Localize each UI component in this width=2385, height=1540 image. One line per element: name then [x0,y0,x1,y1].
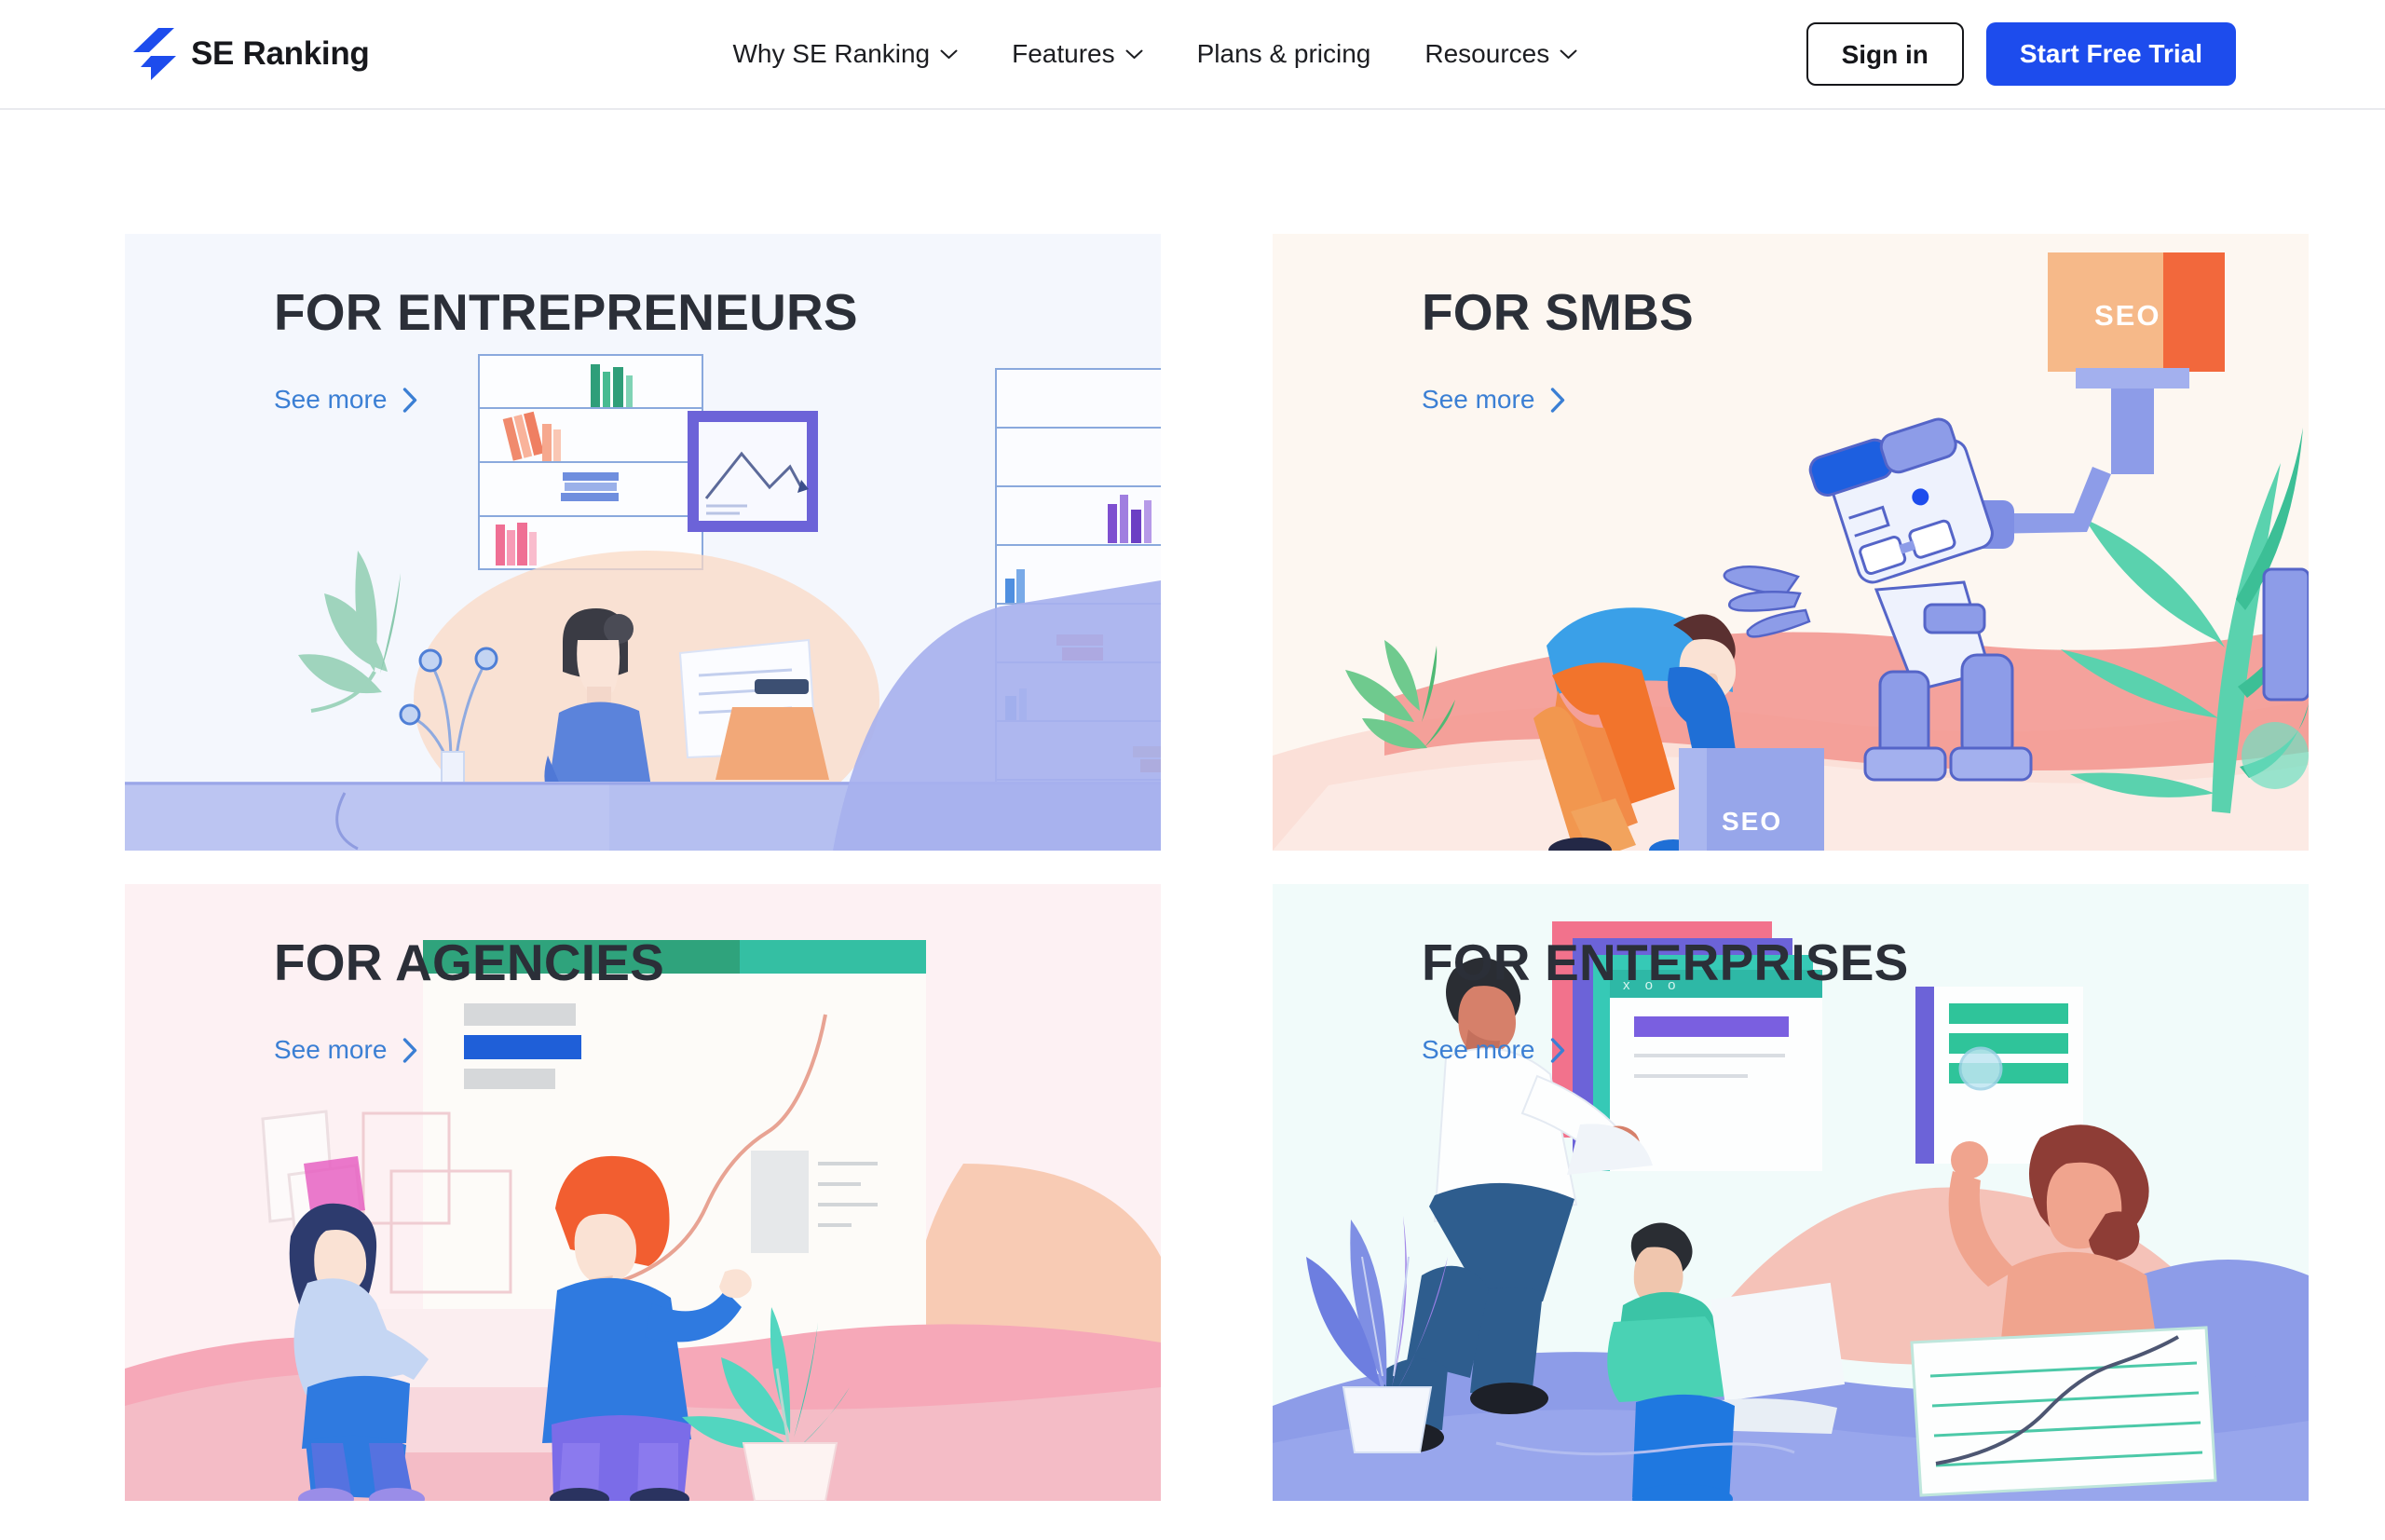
start-free-trial-button[interactable]: Start Free Trial [1985,22,2236,86]
card-for-smbs[interactable]: SEO SEO FOR SMBS See more [1273,234,2309,851]
nav-item-why-se-ranking[interactable]: Why SE Ranking [732,32,958,76]
card-title: FOR ENTERPRISES [1422,934,1909,991]
card-title: FOR AGENCIES [274,934,665,991]
card-title: FOR ENTREPRENEURS [274,283,858,341]
nav-item-label: Resources [1424,39,1550,68]
header-actions: Sign in Start Free Trial [1806,22,2236,86]
nav-item-label: Why SE Ranking [732,39,931,68]
nav-item-label: Plans & pricing [1196,39,1371,68]
chevron-right-icon [1551,387,1565,413]
site-header: SE Ranking Why SE Ranking Features Plans… [0,0,2385,110]
chevron-right-icon [1551,1037,1565,1063]
chevron-down-icon [1560,49,1577,59]
audience-cards-grid: FOR ENTREPRENEURS See more SEO SEO FOR S… [125,234,2309,1501]
see-more-link[interactable]: See more [1422,1035,1566,1065]
see-more-link[interactable]: See more [274,1035,418,1065]
chevron-down-icon [1125,49,1143,59]
chevron-right-icon [403,387,417,413]
sign-in-button[interactable]: Sign in [1806,22,1964,86]
see-more-label: See more [274,1035,388,1064]
card-for-entrepreneurs[interactable]: FOR ENTREPRENEURS See more [125,234,1161,851]
main-nav: Why SE Ranking Features Plans & pricing … [732,32,1577,76]
see-more-link[interactable]: See more [274,385,418,415]
nav-item-resources[interactable]: Resources [1424,32,1577,76]
svg-text:SEO: SEO [2094,299,2160,332]
svg-text:SEO: SEO [1722,807,1782,836]
see-more-label: See more [1422,1035,1535,1064]
card-for-enterprises[interactable]: x o o FOR ENTERPRISES See more [1273,884,2309,1501]
see-more-label: See more [274,385,388,414]
chevron-down-icon [940,49,958,59]
nav-item-plans-pricing[interactable]: Plans & pricing [1197,32,1371,76]
nav-item-label: Features [1012,39,1115,68]
chevron-right-icon [403,1037,417,1063]
nav-item-features[interactable]: Features [1012,32,1143,76]
logo[interactable]: SE Ranking [133,28,370,80]
logo-text: SE Ranking [191,35,370,72]
lightning-bolt-icon [133,28,176,80]
card-title: FOR SMBS [1422,283,1694,341]
card-for-agencies[interactable]: FOR AGENCIES See more [125,884,1161,1501]
see-more-label: See more [1422,385,1535,414]
see-more-link[interactable]: See more [1422,385,1566,415]
